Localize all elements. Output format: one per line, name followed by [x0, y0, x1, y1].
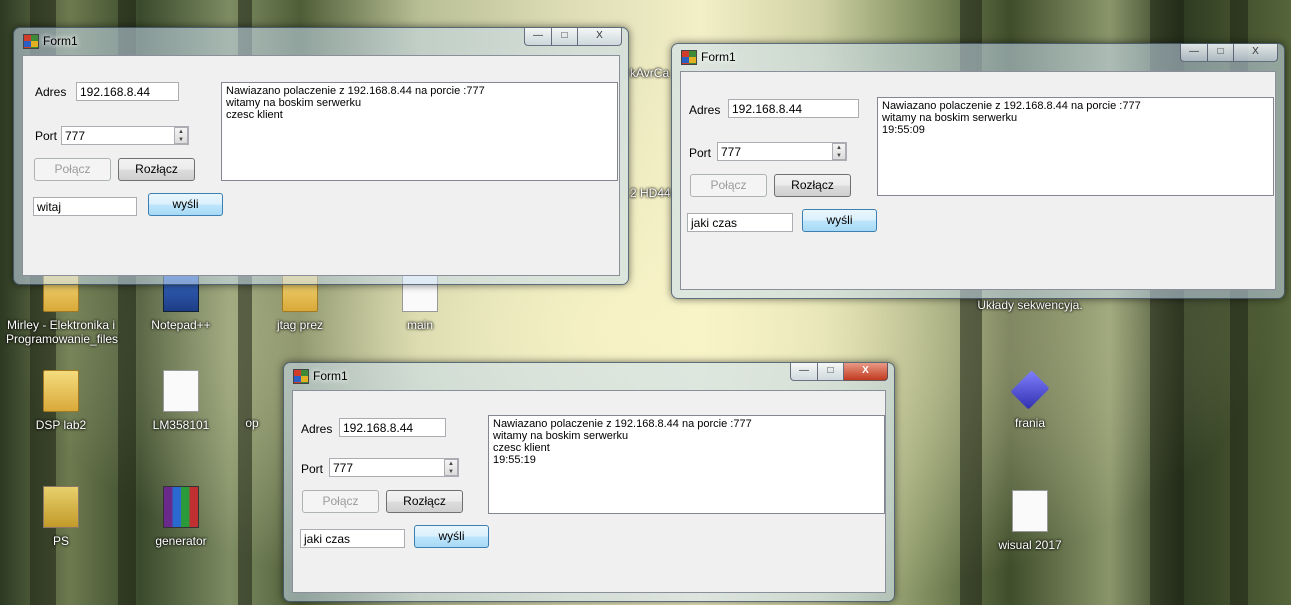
maximize-button[interactable]: □: [552, 28, 578, 46]
log-line: Nawiazano polaczenie z 192.168.8.44 na p…: [493, 418, 752, 430]
title-bar[interactable]: Form1 — □ X: [672, 44, 1284, 70]
desktop-icon-label: wisual 2017: [998, 538, 1062, 552]
spin-buttons[interactable]: ▲ ▼: [832, 143, 846, 160]
form-client-area: Adres 192.168.8.44 Port 777 ▲ ▼ Połącz Ro…: [680, 71, 1276, 290]
log-textbox[interactable]: Nawiazano polaczenie z 192.168.8.44 na p…: [488, 415, 885, 514]
desktop-icon-label: DSP lab2: [35, 418, 87, 432]
desktop-icon-ps[interactable]: PS: [6, 486, 116, 548]
desktop-icon-op[interactable]: op: [222, 416, 282, 430]
desktop-icon-label: Notepad++: [151, 318, 211, 332]
desktop-icon-label: main: [406, 318, 433, 332]
desktop-icon-frania[interactable]: frania: [975, 370, 1085, 430]
desktop-icon-kavrca[interactable]: kAvrCa: [630, 66, 676, 80]
form1-window[interactable]: Form1 — □ X Adres 192.168.8.44 Port 777 …: [671, 43, 1285, 299]
form-client-area: Adres 192.168.8.44 Port 777 ▲ ▼ Połącz Ro…: [22, 55, 620, 276]
send-button[interactable]: wyśli: [148, 193, 223, 216]
port-label: Port: [35, 129, 58, 143]
port-stepper[interactable]: 777: [717, 142, 847, 161]
app-icon: [681, 50, 697, 65]
maximize-button[interactable]: □: [818, 363, 844, 381]
title-bar[interactable]: Form1 — □ X: [284, 363, 894, 389]
vhdl-cube-icon: [1010, 370, 1050, 410]
desktop-icon-uklady[interactable]: Układy sekwencyja.: [975, 298, 1085, 312]
log-line: 19:55:19: [493, 454, 536, 466]
desktop-icon-hd44[interactable]: 2 HD44: [630, 186, 676, 200]
log-textbox[interactable]: Nawiazano polaczenie z 192.168.8.44 na p…: [221, 82, 618, 181]
minimize-button[interactable]: —: [790, 363, 818, 381]
app-icon: [293, 369, 309, 384]
desktop-icon-label: op: [245, 416, 259, 430]
log-line: Nawiazano polaczenie z 192.168.8.44 na p…: [882, 100, 1141, 112]
desktop-icon-label: 2 HD44: [630, 186, 671, 200]
message-input[interactable]: jaki czas: [687, 213, 793, 232]
port-label: Port: [301, 462, 324, 476]
log-line: czesc klient: [226, 109, 283, 121]
form1-window[interactable]: Form1 — □ X Adres 192.168.8.44 Port 777 …: [13, 27, 629, 285]
desktop-icon-lm358[interactable]: LM358101: [126, 370, 236, 432]
minimize-button[interactable]: —: [1180, 44, 1208, 62]
disconnect-button[interactable]: Rozłącz: [118, 158, 195, 181]
window-title: Form1: [43, 34, 78, 48]
desktop-icon-label: Mirley - Elektronika i Programowanie_fil…: [6, 318, 119, 346]
port-label: Port: [689, 146, 712, 160]
log-line: czesc klient: [493, 442, 550, 454]
photoshop-file-icon: [43, 486, 79, 528]
spin-buttons[interactable]: ▲ ▼: [444, 459, 458, 476]
port-stepper[interactable]: 777: [329, 458, 459, 477]
close-button[interactable]: X: [844, 363, 888, 381]
send-button[interactable]: wyśli: [802, 209, 877, 232]
send-button[interactable]: wyśli: [414, 525, 489, 548]
address-input[interactable]: 192.168.8.44: [339, 418, 446, 437]
maximize-button[interactable]: □: [1208, 44, 1234, 62]
desktop-icon-label: generator: [155, 534, 207, 548]
document-icon: [1012, 490, 1048, 532]
message-input[interactable]: witaj: [33, 197, 137, 216]
address-label: Adres: [689, 103, 721, 117]
window-controls: — □ X: [790, 363, 888, 381]
desktop-icon-generator[interactable]: generator: [126, 486, 236, 548]
message-input[interactable]: jaki czas: [300, 529, 405, 548]
window-title: Form1: [701, 50, 736, 64]
app-icon: [23, 34, 39, 49]
address-input[interactable]: 192.168.8.44: [728, 99, 859, 118]
log-line: witamy na boskim serwerku: [226, 97, 362, 109]
document-icon: [163, 370, 199, 412]
form1-window[interactable]: Form1 — □ X Adres 192.168.8.44 Port 777 …: [283, 362, 895, 602]
spin-buttons[interactable]: ▲ ▼: [174, 127, 188, 144]
address-input[interactable]: 192.168.8.44: [76, 82, 179, 101]
log-line: Nawiazano polaczenie z 192.168.8.44 na p…: [226, 85, 485, 97]
desktop-icon-label: Układy sekwencyja.: [977, 298, 1083, 312]
window-controls: — □ X: [524, 28, 622, 46]
close-button[interactable]: X: [578, 28, 622, 46]
desktop-icon-label: LM358101: [152, 418, 210, 432]
connect-button[interactable]: Połącz: [302, 490, 379, 513]
connect-button[interactable]: Połącz: [34, 158, 111, 181]
form-client-area: Adres 192.168.8.44 Port 777 ▲ ▼ Połącz Ro…: [292, 390, 886, 593]
desktop-icon-label: kAvrCa: [630, 66, 670, 80]
close-button[interactable]: X: [1234, 44, 1278, 62]
window-title: Form1: [313, 369, 348, 383]
log-line: witamy na boskim serwerku: [882, 112, 1018, 124]
disconnect-button[interactable]: Rozłącz: [774, 174, 851, 197]
winrar-archive-icon: [163, 486, 199, 528]
connect-button[interactable]: Połącz: [690, 174, 767, 197]
window-controls: — □ X: [1180, 44, 1278, 62]
address-label: Adres: [301, 422, 333, 436]
minimize-button[interactable]: —: [524, 28, 552, 46]
folder-icon: [43, 370, 79, 412]
log-line: witamy na boskim serwerku: [493, 430, 629, 442]
log-textbox[interactable]: Nawiazano polaczenie z 192.168.8.44 na p…: [877, 97, 1274, 196]
disconnect-button[interactable]: Rozłącz: [386, 490, 463, 513]
desktop-icon-wisual[interactable]: wisual 2017: [975, 490, 1085, 552]
desktop-icon-label: frania: [1014, 416, 1046, 430]
desktop-icon-dsp[interactable]: DSP lab2: [6, 370, 116, 432]
title-bar[interactable]: Form1 — □ X: [14, 28, 628, 54]
desktop-icon-label: jtag prez: [276, 318, 324, 332]
port-stepper[interactable]: 777: [61, 126, 189, 145]
address-label: Adres: [35, 85, 67, 99]
desktop-icon-label: PS: [52, 534, 69, 548]
log-line: 19:55:09: [882, 124, 925, 136]
